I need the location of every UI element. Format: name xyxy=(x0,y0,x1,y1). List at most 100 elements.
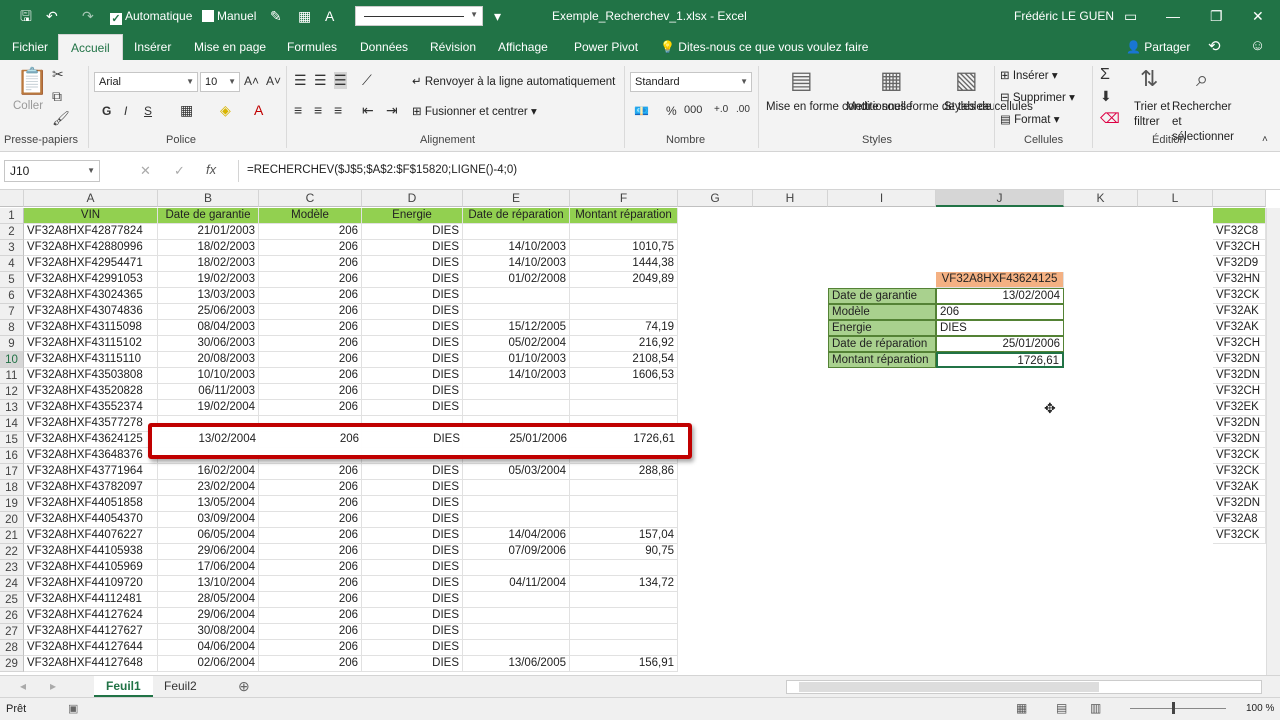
paste-icon[interactable]: 📋 xyxy=(16,66,48,97)
table-cell[interactable] xyxy=(570,480,678,496)
table-cell[interactable]: 29/06/2004 xyxy=(158,544,259,560)
table-cell[interactable] xyxy=(463,400,570,416)
page-break-icon[interactable]: ▥ xyxy=(1090,701,1101,715)
row-header[interactable]: 11 xyxy=(0,368,24,384)
table-cell[interactable]: 14/10/2003 xyxy=(463,240,570,256)
table-cell[interactable]: DIES xyxy=(362,304,463,320)
column-header-b[interactable]: B xyxy=(158,190,259,207)
highlighted-cell[interactable]: 1726,61 xyxy=(570,432,678,448)
next-sheet-icon[interactable]: ▸ xyxy=(50,679,56,693)
table-cell[interactable]: VF32A8HXF44127624 xyxy=(24,608,158,624)
autosum-icon[interactable]: Σ xyxy=(1100,66,1110,84)
tab-accueil[interactable]: Accueil xyxy=(58,34,123,61)
table-cell[interactable]: 29/06/2004 xyxy=(158,608,259,624)
column-header-j[interactable]: J xyxy=(936,190,1064,207)
table-icon[interactable]: ▦ xyxy=(298,7,311,25)
row-header[interactable]: 19 xyxy=(0,496,24,512)
highlighted-cell[interactable]: 13/02/2004 xyxy=(158,432,259,448)
normal-view-icon[interactable]: ▦ xyxy=(1016,701,1027,715)
lookup-value[interactable]: 25/01/2006 xyxy=(936,336,1064,352)
table-cell[interactable]: 21/01/2003 xyxy=(158,224,259,240)
insert-cells-button[interactable]: ⊞ Insérer ▾ xyxy=(1000,68,1058,82)
decrease-decimal-icon[interactable]: .00 xyxy=(736,104,750,115)
form-icon[interactable]: ✎ xyxy=(270,7,282,25)
page-layout-icon[interactable]: ▤ xyxy=(1056,701,1067,715)
column-header-c[interactable]: C xyxy=(259,190,362,207)
table-cell[interactable]: DIES xyxy=(362,224,463,240)
table-cell[interactable] xyxy=(570,624,678,640)
right-pane-cell[interactable]: VF32HN xyxy=(1213,272,1266,288)
wrap-text-button[interactable]: ↵ Renvoyer à la ligne automatiquement xyxy=(412,74,615,88)
table-cell[interactable]: DIES xyxy=(362,272,463,288)
highlighted-cell[interactable]: DIES xyxy=(362,432,463,448)
table-cell[interactable]: 03/09/2004 xyxy=(158,512,259,528)
table-cell[interactable]: 206 xyxy=(259,512,362,528)
cancel-icon[interactable]: ✕ xyxy=(140,163,151,179)
right-pane-cell[interactable]: VF32AK xyxy=(1213,304,1266,320)
lookup-value[interactable]: 1726,61 xyxy=(936,352,1064,368)
customize-qat-icon[interactable]: ▾ xyxy=(494,7,501,25)
table-cell[interactable] xyxy=(570,608,678,624)
right-pane-cell[interactable]: VF32D9 xyxy=(1213,256,1266,272)
table-cell[interactable]: VF32A8HXF43552374 xyxy=(24,400,158,416)
table-cell[interactable] xyxy=(570,288,678,304)
table-cell[interactable]: 15/12/2005 xyxy=(463,320,570,336)
table-cell[interactable]: 08/04/2003 xyxy=(158,320,259,336)
prev-sheet-icon[interactable]: ◂ xyxy=(20,679,26,693)
zoom-slider[interactable] xyxy=(1130,708,1226,709)
delete-cells-button[interactable]: ⊟ Supprimer ▾ xyxy=(1000,90,1075,104)
redo-icon[interactable]: ↷ xyxy=(82,7,94,25)
orientation-icon[interactable]: ⟋ xyxy=(362,72,372,89)
table-cell[interactable]: DIES xyxy=(362,544,463,560)
table-cell[interactable]: VF32A8HXF43782097 xyxy=(24,480,158,496)
grow-font-icon[interactable]: A˄ xyxy=(244,74,259,88)
right-pane-cell[interactable]: VF32CK xyxy=(1213,448,1266,464)
clear-icon[interactable]: ⌫ xyxy=(1100,110,1120,127)
table-cell[interactable]: DIES xyxy=(362,560,463,576)
tab-inserer[interactable]: Insérer xyxy=(134,40,171,54)
shrink-font-icon[interactable]: A˅ xyxy=(266,74,281,88)
row-header[interactable]: 28 xyxy=(0,640,24,656)
table-cell[interactable]: 206 xyxy=(259,352,362,368)
table-cell[interactable]: DIES xyxy=(362,656,463,672)
table-cell[interactable]: VF32A8HXF43577278 xyxy=(24,416,158,432)
table-cell[interactable]: 17/06/2004 xyxy=(158,560,259,576)
table-cell[interactable]: 06/05/2004 xyxy=(158,528,259,544)
row-header[interactable]: 3 xyxy=(0,240,24,256)
table-cell[interactable]: DIES xyxy=(362,240,463,256)
table-cell[interactable]: VF32A8HXF44105969 xyxy=(24,560,158,576)
row-header[interactable]: 14 xyxy=(0,416,24,432)
table-cell[interactable]: 14/04/2006 xyxy=(463,528,570,544)
right-pane-cell[interactable]: VF32CH xyxy=(1213,384,1266,400)
user-name[interactable]: Frédéric LE GUEN xyxy=(1014,9,1114,23)
lookup-value[interactable]: 206 xyxy=(936,304,1064,320)
table-cell[interactable]: DIES xyxy=(362,496,463,512)
table-cell[interactable] xyxy=(463,384,570,400)
right-pane-cell[interactable]: VF32AK xyxy=(1213,320,1266,336)
table-cell[interactable]: 134,72 xyxy=(570,576,678,592)
scroll-thumb[interactable] xyxy=(799,682,1099,692)
tab-formules[interactable]: Formules xyxy=(287,40,337,54)
table-cell[interactable]: 16/02/2004 xyxy=(158,464,259,480)
font-size-dropdown[interactable]: 10 ▼ xyxy=(200,72,240,92)
row-header[interactable]: 16 xyxy=(0,448,24,464)
table-cell[interactable]: DIES xyxy=(362,336,463,352)
table-cell[interactable]: 206 xyxy=(259,656,362,672)
restore-icon[interactable]: ❐ xyxy=(1210,7,1223,25)
table-cell[interactable]: VF32A8HXF43520828 xyxy=(24,384,158,400)
table-cell[interactable]: DIES xyxy=(362,624,463,640)
bold-button[interactable]: G xyxy=(102,104,111,118)
table-cell[interactable]: 206 xyxy=(259,368,362,384)
fill-color-icon[interactable]: ◈ xyxy=(220,102,231,119)
table-cell[interactable]: 28/05/2004 xyxy=(158,592,259,608)
right-pane-cell[interactable]: VF32CK xyxy=(1213,528,1266,544)
format-cells-button[interactable]: ▤ Format ▾ xyxy=(1000,112,1059,126)
tab-mise-en-page[interactable]: Mise en page xyxy=(194,40,266,54)
lookup-value[interactable]: 13/02/2004 xyxy=(936,288,1064,304)
table-cell[interactable]: DIES xyxy=(362,288,463,304)
column-header-f[interactable]: F xyxy=(570,190,678,207)
table-cell[interactable] xyxy=(570,496,678,512)
table-cell[interactable]: 74,19 xyxy=(570,320,678,336)
column-header-g[interactable]: G xyxy=(678,190,753,207)
italic-button[interactable]: I xyxy=(124,104,127,118)
